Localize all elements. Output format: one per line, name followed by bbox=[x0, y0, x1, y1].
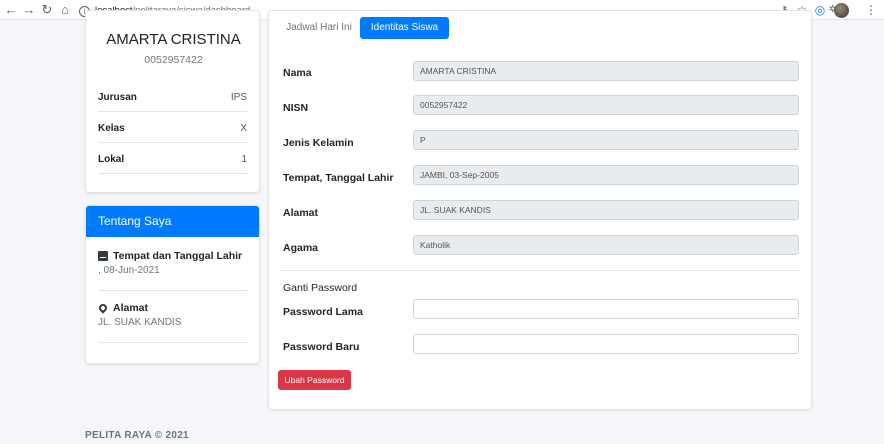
back-arrow-icon[interactable]: ← bbox=[4, 2, 18, 18]
about-item-birth: Tempat dan Tanggal Lahir , 08-Jun-2021 bbox=[98, 250, 247, 291]
profile-row-kelas: Kelas X bbox=[98, 112, 247, 143]
row-label: Jurusan bbox=[98, 92, 137, 103]
avatar[interactable] bbox=[834, 3, 849, 18]
divider bbox=[280, 270, 799, 271]
field-label-ttl: Tempat, Tanggal Lahir bbox=[283, 172, 394, 184]
agama-field: Katholik bbox=[413, 235, 799, 255]
profile-nisn: 0052957422 bbox=[144, 54, 203, 66]
field-label-agama: Agama bbox=[283, 242, 319, 254]
ttl-field: JAMBI, 03-Sep-2005 bbox=[413, 165, 799, 185]
profile-row-lokal: Lokal 1 bbox=[98, 143, 247, 174]
field-label-alamat: Alamat bbox=[283, 207, 319, 219]
about-card-title: Tentang Saya bbox=[86, 206, 259, 237]
row-label: Lokal bbox=[98, 154, 125, 165]
password-baru-input[interactable] bbox=[413, 334, 799, 354]
book-icon bbox=[98, 251, 108, 261]
ubah-password-button[interactable]: Ubah Password bbox=[278, 370, 351, 390]
ganti-password-heading: Ganti Password bbox=[283, 282, 358, 294]
menu-dots-icon[interactable]: ⋮ bbox=[864, 2, 878, 18]
profile-card: AMARTA CRISTINA 0052957422 Jurusan IPS K… bbox=[85, 10, 260, 193]
tab-identitas-siswa[interactable]: Identitas Siswa bbox=[360, 17, 449, 39]
footer-copyright: PELITA RAYA © 2021 bbox=[85, 430, 189, 441]
field-label-password-lama: Password Lama bbox=[283, 306, 363, 318]
row-value: IPS bbox=[230, 92, 247, 103]
field-label-nisn: NISN bbox=[283, 102, 309, 114]
tab-jadwal-hari-ini[interactable]: Jadwal Hari Ini bbox=[280, 17, 358, 39]
about-item-address: Alamat JL. SUAK KANDIS bbox=[97, 302, 247, 343]
jenis-kelamin-field: P bbox=[413, 130, 799, 150]
field-label-nama: Nama bbox=[283, 67, 312, 79]
field-label-password-baru: Password Baru bbox=[283, 341, 360, 353]
row-value: X bbox=[240, 123, 247, 134]
row-value: 1 bbox=[241, 154, 247, 165]
about-item-label: Tempat dan Tanggal Lahir bbox=[113, 250, 243, 262]
nama-field: AMARTA CRISTINA bbox=[413, 61, 799, 81]
profile-name: AMARTA CRISTINA bbox=[106, 31, 241, 48]
forward-arrow-icon[interactable]: → bbox=[22, 2, 36, 18]
profile-row-jurusan: Jurusan IPS bbox=[98, 81, 247, 112]
about-item-value: JL. SUAK KANDIS bbox=[98, 317, 182, 328]
reload-icon[interactable]: ↻ bbox=[40, 2, 54, 18]
password-lama-input[interactable] bbox=[413, 299, 799, 319]
about-item-value: , 08-Jun-2021 bbox=[98, 265, 160, 276]
home-icon[interactable]: ⌂ bbox=[58, 2, 72, 18]
nisn-field: 0052957422 bbox=[413, 95, 799, 115]
map-marker-icon bbox=[97, 302, 109, 314]
about-item-label: Alamat bbox=[113, 302, 149, 314]
about-card: Tentang Saya Tempat dan Tanggal Lahir , … bbox=[85, 205, 260, 364]
row-label: Kelas bbox=[98, 123, 125, 134]
alamat-field: JL. SUAK KANDIS bbox=[413, 200, 799, 220]
field-label-jenis-kelamin: Jenis Kelamin bbox=[283, 137, 354, 149]
extension-sync-icon[interactable]: ◎ bbox=[813, 2, 827, 18]
